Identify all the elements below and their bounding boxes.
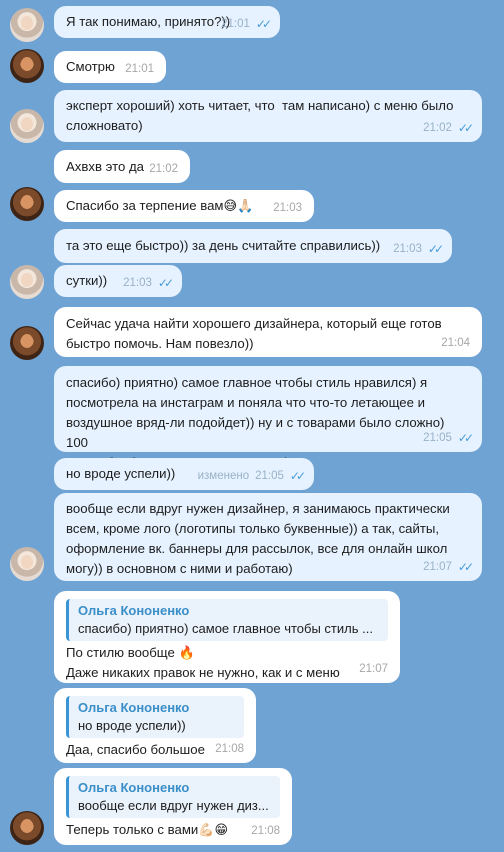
message-time: 21:02 [149, 163, 178, 175]
emoji-sweat-pray: 😅🙏🏻 [223, 198, 254, 213]
message-bubble[interactable]: эксперт хороший) хоть читает, что там на… [54, 90, 482, 142]
message-bubble[interactable]: та это еще быстро)) за день считайте спр… [54, 229, 452, 263]
message-meta: 21:02 [149, 159, 178, 179]
message-time: 21:05 [423, 432, 452, 444]
message-bubble[interactable]: Смотрю 21:01 [54, 51, 166, 83]
message-bubble[interactable]: но вроде успели)) изменено 21:05 ✓✓ [54, 458, 314, 490]
message-text: Сейчас удача найти хорошего дизайнера, к… [66, 316, 442, 351]
message-bubble[interactable]: Сейчас удача найти хорошего дизайнера, к… [54, 307, 482, 357]
quote-author: Ольга Кононенко [78, 700, 190, 715]
message-meta: 21:03 ✓✓ [393, 239, 444, 259]
message-meta: 21:03 ✓✓ [123, 273, 174, 293]
quote-author: Ольга Кононенко [78, 603, 190, 618]
message-text: Даже никаких правок не нужно, как и с ме… [66, 665, 340, 680]
quote-text: но вроде успели)) [78, 718, 186, 733]
message-bubble[interactable]: Я так понимаю, принято?)) 21:01 ✓✓ [54, 6, 280, 38]
message-meta: изменено 21:05 ✓✓ [197, 466, 306, 486]
avatar[interactable] [10, 265, 44, 299]
message-time: 21:07 [359, 663, 388, 675]
message-text: вообще если вдруг нужен дизайнер, я зани… [66, 501, 450, 576]
message-text: Теперь только с вами💪🏻😁 [66, 822, 229, 837]
reply-quote[interactable]: Ольга Кононенко спасибо) приятно) самое … [66, 599, 388, 641]
quote-author: Ольга Кононенко [78, 780, 190, 795]
read-receipt-icon: ✓✓ [427, 242, 444, 256]
read-receipt-icon: ✓✓ [255, 17, 272, 31]
message-meta: 21:05 ✓✓ [423, 428, 474, 448]
emoji-muscle-grin: 💪🏻😁 [198, 822, 229, 837]
read-receipt-icon: ✓✓ [457, 560, 474, 574]
avatar[interactable] [10, 8, 44, 42]
message-time: 21:08 [251, 825, 280, 837]
read-receipt-icon: ✓✓ [157, 276, 174, 290]
reply-quote[interactable]: Ольга Кононенко вообще если вдруг нужен … [66, 776, 280, 818]
avatar[interactable] [10, 109, 44, 143]
message-bubble[interactable]: сутки)) 21:03 ✓✓ [54, 265, 182, 297]
message-time: 21:02 [423, 122, 452, 134]
message-bubble[interactable]: Ахвхв это да 21:02 [54, 150, 190, 183]
message-meta: 21:08 [215, 739, 244, 759]
message-bubble[interactable]: Ольга Кононенко но вроде успели)) Даа, с… [54, 688, 256, 763]
avatar[interactable] [10, 187, 44, 221]
avatar[interactable] [10, 326, 44, 360]
emoji-fire: 🔥 [178, 645, 195, 660]
quote-text: вообще если вдруг нужен диз... [78, 798, 269, 813]
avatar[interactable] [10, 811, 44, 845]
message-meta: 21:03 [273, 198, 302, 218]
message-time: 21:04 [441, 337, 470, 349]
message-meta: 21:04 [441, 333, 470, 353]
message-meta: 21:01 [125, 59, 154, 79]
message-time: 21:07 [423, 561, 452, 573]
edited-label: изменено [197, 470, 250, 482]
read-receipt-icon: ✓✓ [289, 469, 306, 483]
avatar[interactable] [10, 49, 44, 83]
read-receipt-icon: ✓✓ [457, 121, 474, 135]
message-bubble[interactable]: Ольга Кононенко спасибо) приятно) самое … [54, 591, 400, 683]
message-meta: 21:01 ✓✓ [221, 14, 272, 34]
message-time: 21:01 [125, 63, 154, 75]
reply-quote[interactable]: Ольга Кононенко но вроде успели)) [66, 696, 244, 738]
message-text: эксперт хороший) хоть читает, что там на… [66, 98, 454, 133]
message-bubble[interactable]: вообще если вдруг нужен дизайнер, я зани… [54, 493, 482, 581]
message-bubble[interactable]: Спасибо за терпение вам😅🙏🏻 21:03 [54, 190, 314, 222]
message-bubble[interactable]: Ольга Кононенко вообще если вдруг нужен … [54, 768, 292, 845]
message-time: 21:08 [215, 743, 244, 755]
message-meta: 21:07 [359, 659, 388, 679]
message-text: По стилю вообще 🔥 [66, 645, 195, 660]
quote-text: спасибо) приятно) самое главное чтобы ст… [78, 621, 373, 636]
message-time: 21:03 [123, 277, 152, 289]
avatar[interactable] [10, 547, 44, 581]
message-time: 21:03 [393, 243, 422, 255]
message-text: та это еще быстро)) за день считайте спр… [66, 238, 381, 253]
message-time: 21:05 [255, 470, 284, 482]
read-receipt-icon: ✓✓ [457, 431, 474, 445]
message-meta: 21:07 ✓✓ [423, 557, 474, 577]
message-meta: 21:02 ✓✓ [423, 118, 474, 138]
message-meta: 21:08 [251, 821, 280, 841]
message-time: 21:01 [221, 18, 250, 30]
message-bubble[interactable]: спасибо) приятно) самое главное чтобы ст… [54, 366, 482, 470]
message-text: Спасибо за терпение вам😅🙏🏻 [66, 198, 254, 213]
message-time: 21:03 [273, 202, 302, 214]
